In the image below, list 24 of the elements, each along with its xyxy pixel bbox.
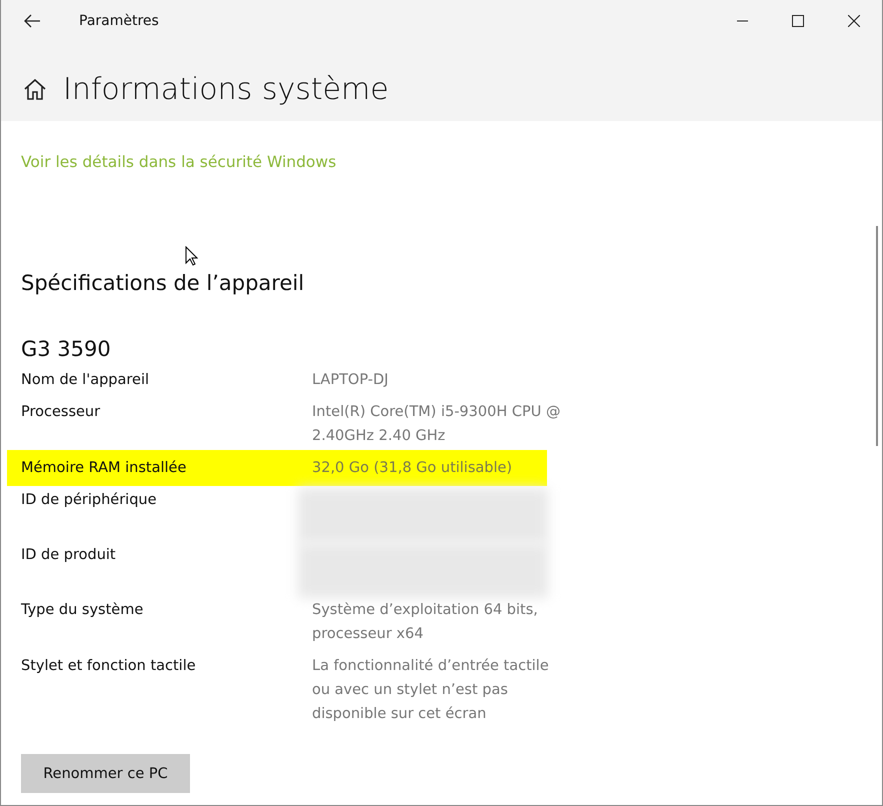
spec-label: Nom de l'appareil [21,371,150,390]
device-model: G3 3590 [21,337,112,361]
spec-label: ID de périphérique [21,491,158,510]
spec-value: La fonctionnalité d’entrée tactile ou avec un stylet n’est pas disponible sur cet écran [312,657,549,724]
spec-label: ID de produit [21,546,117,565]
scrollbar[interactable] [876,226,878,446]
spec-value: LAPTOP-DJ [312,371,388,390]
spec-label: Stylet et fonction tactile [21,657,197,676]
rename-button[interactable]: Renommer ce PC [21,754,190,793]
page-title: Informations système [63,72,389,107]
back-arrow-icon [24,14,40,28]
spec-label: Mémoire RAM installée [21,459,188,478]
home-icon[interactable] [24,79,46,100]
spec-label: Processeur [21,403,102,422]
close-icon [848,15,860,27]
spec-value: Système d’exploitation 64 bits, processeur x64 [312,601,538,644]
window-title: Paramètres [79,13,159,29]
spec-label: Type du système [21,601,144,620]
minimize-icon [736,20,748,22]
spec-value: Intel(R) Core(TM) i5-9300H CPU @ 2.40GHz 2.40 GHz [312,403,560,446]
section-title: Spécifications de l’appareil [21,271,306,295]
spec-value: 32,0 Go (31,8 Go utilisable) [312,459,512,478]
mouse-cursor-icon [185,246,198,266]
maximize-icon [792,15,804,27]
